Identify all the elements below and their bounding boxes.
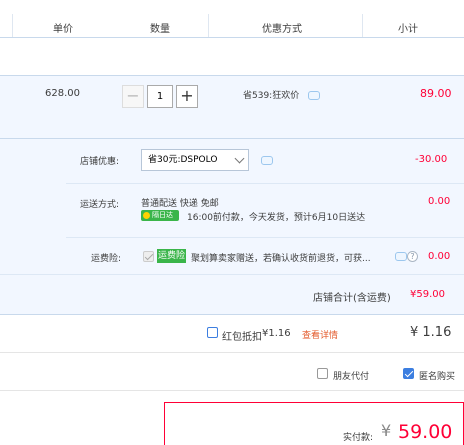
help-icon[interactable]: ? [407, 251, 418, 262]
section-divider [0, 352, 464, 353]
friend-pay-label: 朋友代付 [333, 372, 370, 382]
shipping-amount: 0.00 [428, 196, 451, 207]
row-divider [0, 274, 464, 275]
shop-discount-select[interactable]: 省30元:DSPOLO [141, 149, 249, 171]
payment-label: 实付款: [343, 433, 374, 443]
redpacket-amount: ¥ 1.16 [410, 325, 452, 340]
anonymous-label: 匿名购买 [419, 372, 456, 382]
header-subtotal: 小计 [398, 24, 418, 35]
item-promo-text: 省539:狂欢价 [243, 91, 300, 101]
insurance-amount: 0.00 [428, 251, 451, 262]
chat-bubble-icon[interactable] [308, 91, 320, 100]
item-subtotal: 89.00 [420, 87, 452, 100]
payment-amount: 59.00 [398, 421, 453, 443]
insurance-text: 聚划算卖家赠送，若确认收货前退货，可获... [191, 254, 371, 264]
quantity-input[interactable]: 1 [147, 85, 173, 108]
insurance-label: 运费险: [91, 254, 122, 264]
next-day-badge-label: 隔日达 [152, 211, 173, 219]
table-header: 单价 数量 优惠方式 小计 [0, 0, 464, 38]
payment-currency: ¥ [381, 421, 392, 440]
item-unit-price: 628.00 [45, 88, 80, 99]
shipping-note: 16:00前付款，今天发货，预计6月10日送达 [187, 213, 366, 223]
friend-pay-checkbox[interactable] [317, 368, 328, 379]
shop-discount-select-value: 省30元:DSPOLO [148, 155, 218, 165]
insurance-tag: 运费险 [157, 249, 187, 263]
redpacket-inline-amount: ¥1.16 [262, 328, 291, 339]
header-divider [362, 14, 363, 37]
header-underline [0, 37, 464, 38]
redpacket-label: 红包抵扣 [222, 332, 262, 343]
insurance-checkbox[interactable] [143, 251, 154, 262]
shop-total: ¥59.00 [410, 289, 445, 300]
shop-discount-amount: -30.00 [415, 154, 448, 165]
shipping-label: 运送方式: [80, 200, 120, 210]
anonymous-checkbox[interactable] [403, 368, 414, 379]
quantity-decrease-button[interactable]: − [122, 85, 144, 108]
row-divider [66, 183, 464, 184]
chevron-down-icon [234, 153, 245, 164]
header-quantity: 数量 [150, 24, 170, 35]
row-divider [66, 237, 464, 238]
header-divider [208, 14, 209, 37]
section-divider [0, 314, 464, 315]
shop-discount-label: 店铺优惠: [80, 157, 120, 167]
header-unit-price: 单价 [53, 24, 73, 35]
shipping-method: 普通配送 快递 免邮 [141, 199, 219, 209]
header-promo: 优惠方式 [262, 24, 302, 35]
shop-total-label: 店铺合计(含运费) [313, 293, 391, 304]
chat-bubble-icon[interactable] [395, 252, 407, 261]
clock-icon [143, 212, 150, 219]
chat-bubble-icon[interactable] [261, 156, 273, 165]
quantity-increase-button[interactable]: + [176, 85, 198, 108]
redpacket-detail-link[interactable]: 查看详情 [302, 328, 338, 341]
section-divider [0, 390, 464, 391]
header-divider [12, 14, 13, 37]
next-day-badge: 隔日达 [141, 210, 179, 221]
order-item-row [0, 76, 464, 138]
redpacket-checkbox[interactable] [207, 327, 218, 338]
